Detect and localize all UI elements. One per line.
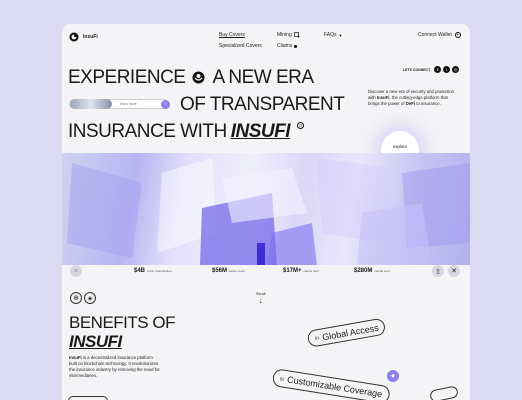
- benefits-title: BENEFITS OF INSUFI: [69, 314, 175, 350]
- shield-outline-icon: ◈: [84, 292, 96, 304]
- benefit-pill-2-label: Customizable Coverage: [286, 374, 383, 400]
- mini-pill[interactable]: learn more ○: [69, 99, 170, 109]
- nav-specialized-covers[interactable]: Specialized Covers: [219, 43, 262, 49]
- scroll-indicator[interactable]: Scroll ↓: [256, 292, 266, 305]
- nav-mining[interactable]: Mining: [277, 32, 300, 38]
- insufi-logo-icon: [69, 32, 79, 42]
- lets-connect: LETS CONNECT f t ◎: [403, 66, 460, 73]
- claims-dot-icon: [294, 44, 298, 48]
- hero-description-brand: InsuFi: [376, 94, 390, 100]
- hero-line-1-a: EXPERIENCE: [68, 67, 186, 88]
- brand-name: InsuFi: [83, 34, 98, 40]
- benefit-pill-badge-icon: ◆: [387, 370, 399, 382]
- stat-label-2: claims paid: [303, 269, 319, 273]
- facebook-icon[interactable]: f: [434, 66, 442, 73]
- hero-description-post: to insurance.: [415, 100, 441, 106]
- nav-mining-label: Mining: [277, 32, 292, 38]
- benefit-pill-1-num: 01: [314, 335, 320, 341]
- explore-label: explore: [392, 143, 408, 149]
- page-card: InsuFi Buy Covers Specialized Covers Min…: [62, 24, 470, 400]
- hero-line-1-b: A NEW ERA: [212, 67, 314, 88]
- instagram-icon[interactable]: ◎: [452, 66, 460, 73]
- nav-faqs[interactable]: FAQs ▼: [324, 32, 342, 38]
- benefits-body-brand: InsuFi: [69, 355, 82, 360]
- stat-capital-pool: $280M capital pool: [354, 268, 390, 274]
- hero-line-1: EXPERIENCE A NEW ERA: [68, 68, 314, 87]
- benefit-pill-customizable-coverage[interactable]: 02 Customizable Coverage: [271, 368, 391, 400]
- mini-pill-label: learn more: [120, 102, 137, 106]
- mining-icon: [293, 32, 300, 38]
- chevron-down-icon: ▼: [338, 32, 343, 38]
- stat-value-3: $280M: [354, 268, 373, 274]
- glass-shapes-graphic: [67, 158, 470, 265]
- benefits-body: InsuFi is a decentralized insurance plat…: [69, 355, 161, 379]
- stat-value-0: $4B: [134, 268, 146, 274]
- lets-connect-label: LETS CONNECT: [403, 67, 431, 72]
- hero-description-defi: DeFi: [405, 100, 416, 106]
- benefits-title-line-1: BENEFITS OF: [69, 313, 175, 332]
- hero-line-2: OF TRANSPARENT: [180, 94, 345, 115]
- stats-left-icon[interactable]: ○: [70, 265, 82, 277]
- plus-circle-icon: +: [454, 32, 461, 38]
- globe-icon: [192, 71, 205, 84]
- hero-line-3-a: INSURANCE WITH: [68, 121, 227, 142]
- stat-cover-underwritten: $4B cover underwritten: [134, 268, 172, 274]
- globe-outline-icon: ⊕: [70, 292, 82, 304]
- mini-pill-image: [70, 99, 112, 109]
- stat-label-0: cover underwritten: [147, 269, 172, 273]
- close-icon[interactable]: ✕: [448, 265, 460, 277]
- registered-mark: R: [297, 122, 305, 129]
- benefits-title-line-2: INSUFI: [69, 332, 122, 351]
- hero-description: Discover a new era of security and prote…: [368, 89, 460, 106]
- hero-line-3: INSURANCE WITH INSUFI R: [68, 121, 305, 142]
- connect-wallet-label: Connect Wallet: [418, 32, 452, 38]
- small-pill-outline: [429, 385, 459, 400]
- nav-claims-label: Claims: [277, 43, 293, 49]
- twitter-icon[interactable]: t: [443, 66, 451, 73]
- benefit-pill-global-access[interactable]: 01 Global Access: [306, 317, 387, 348]
- arrow-down-icon: ↓: [258, 296, 263, 305]
- stats-wallet-icon[interactable]: ▯: [432, 265, 444, 277]
- bottom-left-pill-outline: [68, 396, 108, 400]
- stat-label-3: capital pool: [374, 269, 390, 273]
- stat-active-cover: $56M active cover: [212, 268, 245, 274]
- benefit-pill-1-label: Global Access: [321, 322, 380, 342]
- hero-line-3-brand: INSUFI: [230, 121, 291, 142]
- nav-faqs-label: FAQs: [324, 32, 337, 38]
- connect-wallet-button[interactable]: Connect Wallet +: [418, 32, 461, 38]
- nav-claims[interactable]: Claims: [277, 43, 298, 49]
- benefit-pill-2-num: 02: [279, 375, 285, 382]
- benefits-body-text: is a decentralized insurance platform bu…: [69, 355, 160, 379]
- stat-label-1: active cover: [229, 269, 246, 273]
- brand-logo[interactable]: InsuFi: [69, 32, 98, 42]
- stat-claims-paid: $17M+ claims paid: [283, 268, 319, 274]
- stat-value-1: $56M: [212, 268, 228, 274]
- nav-buy-covers[interactable]: Buy Covers: [219, 32, 245, 38]
- hero-image: [62, 153, 470, 265]
- mini-pill-icon: ○: [161, 99, 170, 109]
- stat-value-2: $17M+: [283, 268, 302, 274]
